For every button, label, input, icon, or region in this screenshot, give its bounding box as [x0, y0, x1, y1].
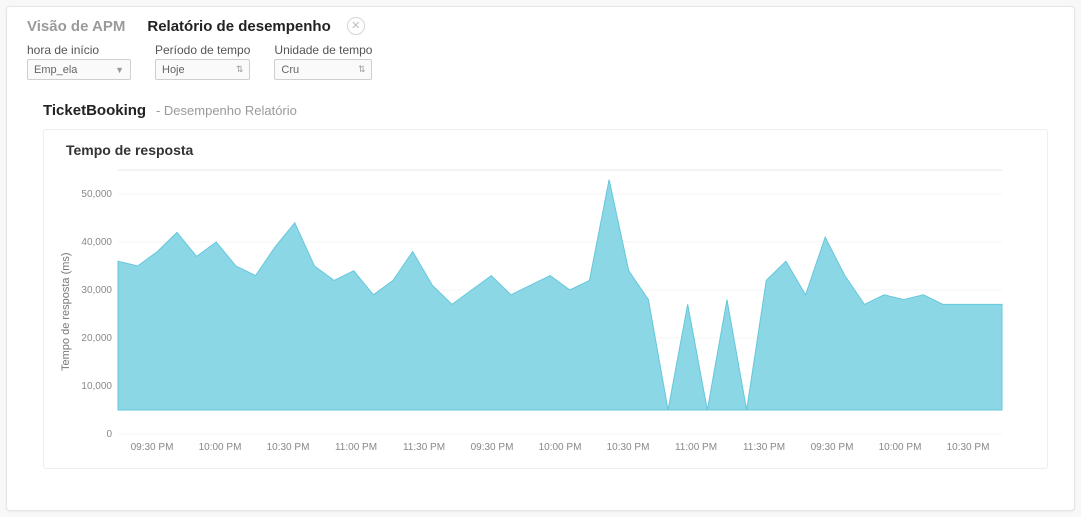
- start-time-select[interactable]: Emp_ela ▼: [27, 59, 131, 80]
- svg-text:40,000: 40,000: [81, 237, 112, 248]
- close-tab-icon[interactable]: ✕: [347, 17, 365, 35]
- y-axis-label: Tempo de resposta (ms): [58, 162, 72, 462]
- app-name: TicketBooking: [43, 102, 146, 119]
- svg-text:20,000: 20,000: [81, 333, 112, 344]
- caret-down-icon: ▼: [115, 65, 124, 75]
- time-unit-label: Unidade de tempo: [274, 43, 372, 57]
- svg-text:10,000: 10,000: [81, 381, 112, 392]
- svg-text:11:00 PM: 11:00 PM: [675, 442, 717, 453]
- svg-text:10:00 PM: 10:00 PM: [879, 442, 922, 453]
- response-time-chart: Tempo de resposta Tempo de resposta (ms)…: [43, 129, 1048, 469]
- svg-text:10:00 PM: 10:00 PM: [199, 442, 242, 453]
- report-subtitle: - Desempenho Relatório: [156, 103, 297, 118]
- svg-text:10:30 PM: 10:30 PM: [267, 442, 310, 453]
- svg-text:10:30 PM: 10:30 PM: [607, 442, 650, 453]
- svg-text:09:30 PM: 09:30 PM: [811, 442, 854, 453]
- period-label: Período de tempo: [155, 43, 250, 57]
- svg-text:11:30 PM: 11:30 PM: [743, 442, 785, 453]
- time-unit-value: Cru: [281, 64, 299, 76]
- time-unit-select[interactable]: Cru ⇅: [274, 59, 372, 80]
- chart-title: Tempo de resposta: [58, 140, 1033, 162]
- svg-text:0: 0: [106, 429, 112, 440]
- svg-text:09:30 PM: 09:30 PM: [471, 442, 514, 453]
- svg-text:50,000: 50,000: [81, 189, 112, 200]
- svg-text:09:30 PM: 09:30 PM: [131, 442, 174, 453]
- svg-text:10:30 PM: 10:30 PM: [947, 442, 990, 453]
- svg-text:11:30 PM: 11:30 PM: [403, 442, 445, 453]
- start-time-value: Emp_ela: [34, 64, 77, 76]
- tab-apm-vision[interactable]: Visão de APM: [27, 18, 125, 35]
- updown-icon: ⇅: [358, 64, 366, 75]
- tab-performance-report[interactable]: Relatório de desempenho: [147, 18, 330, 35]
- period-value: Hoje: [162, 64, 185, 76]
- chart-svg: 0 10,000 20,000 30,000 40,000 50,000 09:30 PM 1…: [72, 162, 1012, 462]
- svg-text:30,000: 30,000: [81, 285, 112, 296]
- svg-text:10:00 PM: 10:00 PM: [539, 442, 582, 453]
- start-time-label: hora de início: [27, 43, 131, 57]
- period-select[interactable]: Hoje ⇅: [155, 59, 250, 80]
- svg-text:11:00 PM: 11:00 PM: [335, 442, 377, 453]
- updown-icon: ⇅: [236, 64, 244, 75]
